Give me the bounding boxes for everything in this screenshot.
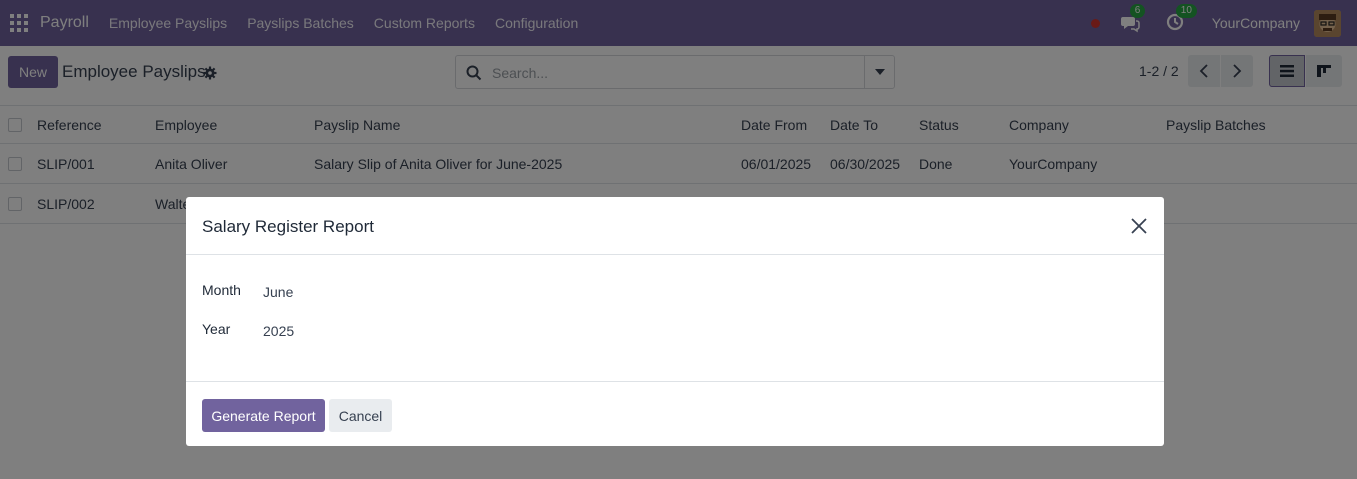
year-field[interactable]: 2025 <box>263 323 294 339</box>
dialog-footer: Generate Report Cancel <box>186 381 1164 446</box>
generate-report-button[interactable]: Generate Report <box>202 399 325 432</box>
dialog-title: Salary Register Report <box>202 217 374 236</box>
month-label: Month <box>202 282 241 298</box>
month-field[interactable]: June <box>263 284 293 300</box>
salary-register-dialog: Salary Register Report Month June Year 2… <box>186 197 1164 446</box>
dialog-header: Salary Register Report <box>186 197 1164 255</box>
close-icon[interactable] <box>1130 217 1148 235</box>
year-label: Year <box>202 321 231 337</box>
cancel-button[interactable]: Cancel <box>329 399 392 432</box>
